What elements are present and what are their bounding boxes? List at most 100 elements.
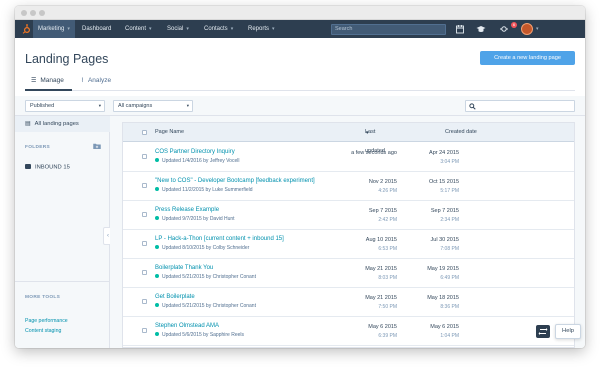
row-checkbox[interactable] (142, 299, 147, 304)
table-header: Page Name Last updated ▼ Created date (123, 123, 574, 154)
published-status-dot (155, 332, 159, 336)
global-search-input[interactable]: Search (331, 24, 446, 35)
page-name-link[interactable]: Boilerplate Thank You (155, 265, 213, 271)
status-filter-select[interactable]: Published ▾ (25, 100, 105, 112)
nav-item-social-label: Social (167, 26, 184, 32)
chevron-down-icon: ▾ (149, 26, 152, 32)
created-time: 1:04 PM (440, 333, 459, 339)
row-checkbox[interactable] (142, 212, 147, 217)
created-date: May 18 2015 (427, 295, 459, 301)
nav-item-dashboard[interactable]: Dashboard (82, 20, 111, 38)
avatar[interactable] (521, 23, 533, 35)
nav-item-contacts[interactable]: Contacts ▾ (204, 20, 233, 38)
swap-layout-button[interactable] (536, 325, 550, 338)
page-meta-text: Updated 5/21/2015 by Christopher Conant (162, 274, 256, 280)
select-all-checkbox[interactable] (142, 130, 147, 135)
page-meta-text: Updated 5/21/2015 by Christopher Conant (162, 303, 256, 309)
created-time: 6:49 PM (440, 275, 459, 281)
row-checkbox[interactable] (142, 154, 147, 159)
window-minimize-dot[interactable] (30, 10, 36, 16)
chevron-down-icon[interactable]: ▾ (536, 20, 539, 38)
page-meta: Updated 8/10/2015 by Colby Schneider (155, 245, 249, 251)
page-meta: Updated 5/21/2015 by Christopher Conant (155, 303, 256, 309)
page-name-link[interactable]: Get Boilerplate (155, 294, 195, 300)
last-updated-date: May 6 2015 (368, 324, 397, 330)
page-meta: Updated 1/4/2016 by Jeffrey Vocell (155, 158, 239, 164)
chevron-down-icon: ▾ (186, 103, 189, 108)
window-titlebar (15, 6, 585, 20)
row-checkbox[interactable] (142, 241, 147, 246)
search-input[interactable] (465, 100, 575, 112)
row-checkbox[interactable] (142, 270, 147, 275)
nav-item-social[interactable]: Social ▾ (167, 20, 189, 38)
calendar-icon[interactable] (455, 24, 465, 34)
page-name-link[interactable]: Stephen Olmstead AMA (155, 323, 219, 329)
published-status-dot (155, 245, 159, 249)
sprocket-logo-icon[interactable] (21, 24, 31, 34)
published-status-dot (155, 158, 159, 162)
page-name-link[interactable]: Press Release Example (155, 207, 219, 213)
add-folder-icon[interactable] (93, 143, 101, 149)
tab-manage[interactable]: ☰ Manage (25, 74, 72, 91)
chevron-down-icon: ▾ (186, 26, 189, 32)
table-row[interactable]: Get Boilerplate Updated 5/21/2015 by Chr… (123, 288, 574, 317)
published-status-dot (155, 303, 159, 307)
page-meta-text: Updated 11/2/2015 by Luke Summerfield (162, 187, 253, 193)
create-landing-page-button[interactable]: Create a new landing page (480, 51, 575, 65)
column-created-date[interactable]: Created date (445, 123, 477, 142)
sidebar-folder-inbound-15[interactable]: INBOUND 15 (25, 164, 70, 171)
column-last-updated[interactable]: Last updated ▼ (365, 123, 385, 154)
tab-analyze[interactable]: ⌇ Analyze (81, 74, 111, 91)
content-staging-link[interactable]: Content staging (25, 328, 61, 334)
graduation-cap-icon[interactable] (476, 24, 486, 34)
nav-item-marketing[interactable]: Marketing ▾ (33, 20, 75, 38)
published-status-dot (155, 216, 159, 220)
table-row[interactable]: "New to COS" - Developer Bootcamp [feedb… (123, 172, 574, 201)
page-performance-link[interactable]: Page performance (25, 318, 68, 324)
help-button[interactable]: Help (555, 324, 581, 339)
last-updated-date: May 21 2015 (365, 295, 397, 301)
page-name-link[interactable]: LP - Hack-a-Thon [current content + inbo… (155, 236, 284, 242)
created-time: 7:08 PM (440, 246, 459, 252)
pages-icon: ▤ (25, 121, 31, 127)
last-updated-time: 7:50 PM (378, 304, 397, 310)
published-status-dot (155, 274, 159, 278)
campaign-filter-select[interactable]: All campaigns ▾ (113, 100, 193, 112)
created-date: Sep 7 2015 (430, 208, 459, 214)
created-time: 8:36 PM (440, 304, 459, 310)
created-date: May 19 2015 (427, 266, 459, 272)
page-name-link[interactable]: "New to COS" - Developer Bootcamp [feedb… (155, 178, 315, 184)
nav-item-marketing-label: Marketing (38, 26, 65, 32)
chevron-left-icon: ‹ (107, 233, 109, 239)
sprocket-notifications-icon[interactable] (499, 24, 509, 34)
top-nav: Marketing ▾ Dashboard Content ▾ Social ▾ Co… (15, 20, 585, 38)
last-updated-date: May 21 2015 (365, 266, 397, 272)
nav-item-contacts-label: Contacts (204, 26, 228, 32)
table-row[interactable]: Stephen Olmstead AMA Updated 5/6/2015 by… (123, 317, 574, 346)
table-row[interactable]: COS Partner Directory Inquiry Updated 1/… (123, 143, 574, 172)
page-meta: Updated 5/6/2015 by Sapphire Reels (155, 332, 244, 338)
sidebar-folder-label: INBOUND 15 (35, 164, 70, 171)
column-page-name[interactable]: Page Name (155, 123, 184, 142)
notification-badge: 6 (511, 22, 517, 28)
sidebar-item-all-landing-pages[interactable]: ▤ All landing pages (15, 116, 110, 132)
folders-heading: FOLDERS (25, 145, 51, 150)
row-checkbox[interactable] (142, 183, 147, 188)
folder-icon (25, 164, 31, 169)
window-zoom-dot[interactable] (39, 10, 45, 16)
table-row[interactable]: Boilerplate Thank You Updated 5/21/2015 … (123, 259, 574, 288)
chevron-down-icon: ▾ (272, 26, 275, 32)
created-date: Apr 24 2015 (429, 150, 459, 156)
page-header: Landing Pages Create a new landing page … (15, 38, 585, 96)
window-close-dot[interactable] (21, 10, 27, 16)
chevron-down-icon: ▾ (67, 26, 70, 32)
page-name-link[interactable]: COS Partner Directory Inquiry (155, 149, 235, 155)
nav-item-reports[interactable]: Reports ▾ (248, 20, 275, 38)
row-checkbox[interactable] (142, 328, 147, 333)
nav-item-content[interactable]: Content ▾ (125, 20, 152, 38)
created-date: Oct 15 2015 (429, 179, 459, 185)
table-row[interactable]: LP - Hack-a-Thon [current content + inbo… (123, 230, 574, 259)
created-time: 5:17 PM (440, 188, 459, 194)
table-row[interactable]: Press Release Example Updated 9/7/2015 b… (123, 201, 574, 230)
page-title: Landing Pages (25, 52, 109, 66)
